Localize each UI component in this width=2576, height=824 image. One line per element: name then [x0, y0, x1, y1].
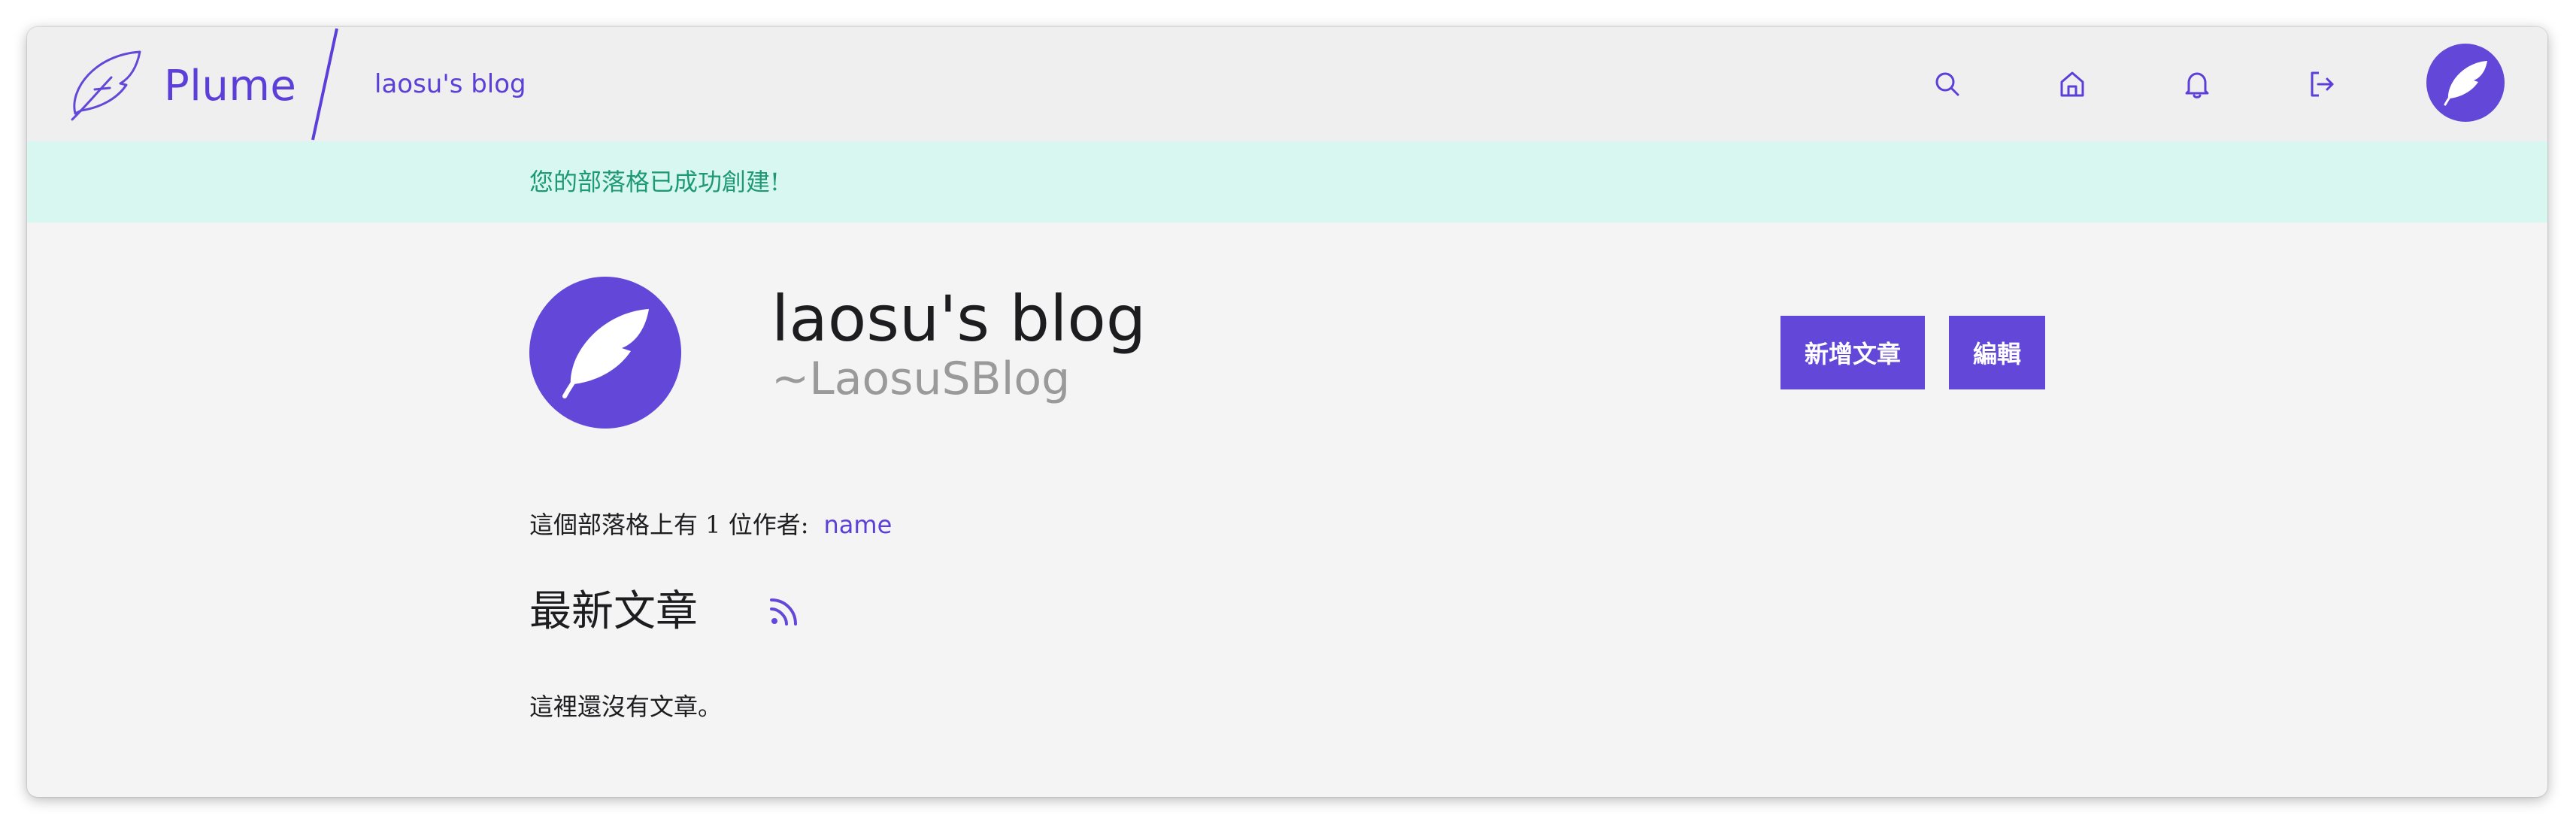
- blog-avatar: [529, 277, 681, 429]
- search-icon: [1935, 72, 1959, 96]
- breadcrumb-divider: [311, 28, 338, 141]
- bell-icon: [2185, 72, 2209, 98]
- top-header: Plume laosu's blog: [27, 27, 2547, 141]
- search-button[interactable]: [1925, 62, 1970, 107]
- rss-feed-link[interactable]: [765, 591, 805, 630]
- empty-articles-message: 這裡還沒有文章。: [529, 692, 723, 721]
- author-link[interactable]: name: [824, 507, 893, 543]
- app-name: Plume: [164, 61, 297, 111]
- rss-icon: [770, 598, 797, 626]
- logout-icon: [2311, 71, 2334, 97]
- authors-label: 這個部落格上有 1 位作者:: [529, 510, 809, 539]
- feather-avatar-icon: [2444, 61, 2487, 106]
- feather-icon: [562, 309, 649, 398]
- new-article-button[interactable]: 新增文章: [1780, 316, 1925, 389]
- home-button[interactable]: [2050, 62, 2095, 107]
- feather-logo-icon: [71, 50, 141, 121]
- blog-title: laosu's blog: [771, 282, 1147, 356]
- notifications-button[interactable]: [2174, 62, 2220, 107]
- latest-articles-heading: 最新文章: [529, 587, 698, 636]
- browser-window: Plume laosu's blog 您的部落格已成功創建! laosu's b…: [27, 27, 2547, 797]
- edit-blog-button[interactable]: 編輯: [1949, 316, 2045, 389]
- blog-handle: ~LaosuSBlog: [771, 353, 1071, 405]
- flash-message: 您的部落格已成功創建!: [27, 141, 2547, 223]
- flash-text: 您的部落格已成功創建!: [529, 168, 780, 196]
- breadcrumb-blog-link[interactable]: laosu's blog: [374, 63, 526, 105]
- user-avatar[interactable]: [2426, 44, 2505, 122]
- home-icon: [2060, 71, 2084, 97]
- home-logo-link[interactable]: Plume: [65, 41, 296, 131]
- logout-button[interactable]: [2299, 62, 2344, 107]
- authors-line: 這個部落格上有 1 位作者: name: [529, 507, 892, 543]
